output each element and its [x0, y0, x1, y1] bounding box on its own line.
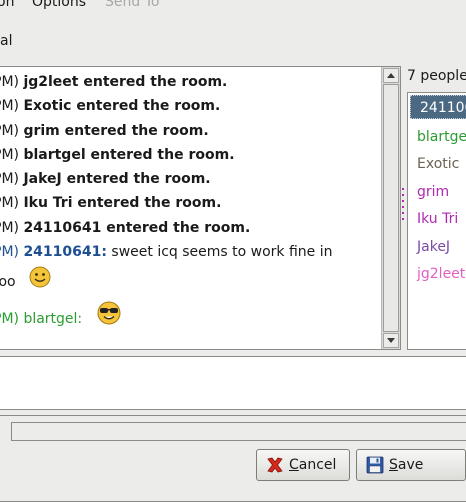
people-list-item[interactable]: blartgel: [408, 125, 466, 149]
chat-message-continuation: too: [0, 273, 16, 291]
topic-label: al: [0, 33, 13, 49]
menubar: on Options Send To: [0, 0, 466, 14]
cool-emoticon-icon: [97, 301, 121, 325]
chat-message-self: PM) 24110641: sweet icq seems to work fi…: [0, 243, 333, 261]
menu-conversation[interactable]: on: [0, 0, 14, 10]
message-text: jg2leet entered the room.: [23, 74, 228, 90]
chat-message: PM) Exotic entered the room.: [0, 97, 220, 115]
pane-resize-handle[interactable]: [402, 188, 404, 222]
timestamp: PM): [0, 74, 19, 90]
status-field: [11, 422, 466, 441]
save-mnemonic: S: [389, 457, 398, 473]
chat-message: PM) Iku Tri entered the room.: [0, 194, 221, 212]
message-text: too: [0, 274, 16, 290]
smile-emoticon-icon: [29, 266, 51, 288]
menu-send-to[interactable]: Send To: [105, 0, 159, 10]
scroll-down-button[interactable]: [383, 333, 399, 348]
message-text: JakeJ entered the room.: [23, 171, 211, 187]
people-list-item[interactable]: Exotic: [408, 152, 466, 176]
message-text: Iku Tri entered the room.: [23, 195, 222, 211]
save-label: ave: [397, 457, 424, 473]
chat-message-other: PM) blartgel:: [0, 310, 82, 328]
sender-name: 24110641:: [23, 244, 107, 260]
timestamp: PM): [0, 195, 19, 211]
scroll-thumb[interactable]: [383, 84, 399, 332]
message-input[interactable]: [0, 356, 466, 410]
chat-scrollbar[interactable]: [381, 67, 400, 349]
chat-message: PM) 24110641 entered the room.: [0, 219, 250, 237]
chat-message: PM) grim entered the room.: [0, 122, 209, 140]
arrow-down-icon: [387, 338, 395, 343]
message-text: blartgel entered the room.: [23, 147, 235, 163]
timestamp: PM): [0, 311, 19, 327]
chat-message: PM) blartgel entered the room.: [0, 146, 235, 164]
people-list[interactable]: 24110641 blartgel Exotic grim Iku Tri Ja…: [407, 92, 466, 350]
timestamp: PM): [0, 98, 19, 114]
cancel-mnemonic: C: [289, 457, 299, 473]
chat-message: PM) JakeJ entered the room.: [0, 170, 211, 188]
message-text: grim entered the room.: [23, 123, 209, 139]
cancel-x-icon: [267, 457, 283, 473]
timestamp: PM): [0, 171, 19, 187]
people-list-item[interactable]: JakeJ: [408, 235, 466, 259]
timestamp: PM): [0, 123, 19, 139]
message-text: sweet icq seems to work fine in: [111, 244, 333, 260]
save-button[interactable]: Save: [356, 449, 466, 481]
chat-message: PM) jg2leet entered the room.: [0, 73, 227, 91]
sender-name: blartgel:: [23, 311, 83, 327]
people-list-item[interactable]: jg2leet: [408, 262, 466, 286]
chat-pane: PM) jg2leet entered the room. PM) Exotic…: [0, 66, 401, 350]
chat-log[interactable]: PM) jg2leet entered the room. PM) Exotic…: [0, 67, 380, 349]
arrow-up-icon: [387, 73, 395, 78]
menu-options[interactable]: Options: [32, 0, 86, 10]
floppy-save-icon: [366, 456, 384, 474]
people-list-item[interactable]: 24110641: [410, 95, 466, 119]
message-text: 24110641 entered the room.: [23, 220, 251, 236]
people-list-item[interactable]: grim: [408, 180, 466, 204]
people-list-item[interactable]: Iku Tri: [408, 207, 466, 231]
people-count-label: 7 people: [407, 68, 466, 84]
cancel-label: ancel: [298, 457, 337, 473]
timestamp: PM): [0, 220, 19, 236]
scroll-up-button[interactable]: [383, 68, 399, 83]
cancel-button[interactable]: Cancel: [256, 449, 350, 481]
message-text: Exotic entered the room.: [23, 98, 221, 114]
timestamp: PM): [0, 147, 19, 163]
timestamp: PM): [0, 244, 19, 260]
